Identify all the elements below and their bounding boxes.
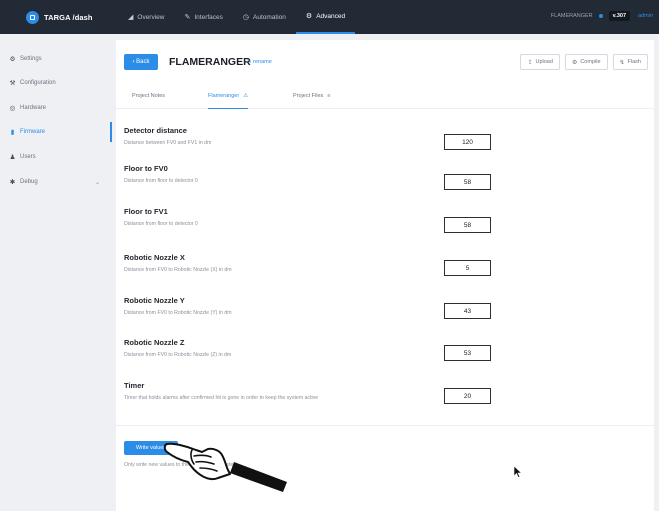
- sidebar-item-configuration[interactable]: ⚒ Configuration: [0, 73, 112, 93]
- param-robotic-nozzle-z: Robotic Nozzle Z Distance from FV0 to Ro…: [124, 338, 646, 361]
- param-description: Timer that holds alarms after confirmed …: [124, 395, 319, 401]
- device-status: FLAMERANGER v.307 admin: [551, 11, 653, 21]
- sidebar: ⚙ Settings ⚒ Configuration ◎ Hardware ▮ …: [0, 34, 112, 511]
- tab-flameranger[interactable]: Flameranger ⚠: [208, 83, 249, 109]
- timer-input[interactable]: 20: [444, 388, 491, 404]
- param-floor-to-fv0: Floor to FV0 Distance from floor to dete…: [124, 164, 646, 190]
- sliders-icon: ⚒: [9, 80, 16, 87]
- param-name: Robotic Nozzle X: [124, 253, 185, 262]
- upload-label: Upload: [535, 59, 553, 65]
- nav-item-label: Interfaces: [194, 13, 223, 21]
- nav-item-advanced[interactable]: ⚙ Advanced: [295, 0, 356, 34]
- flash-button[interactable]: ↯ Flash: [612, 54, 648, 70]
- tab-project-notes[interactable]: Project Notes: [132, 83, 165, 109]
- rename-link[interactable]: ✎ rename: [247, 54, 272, 70]
- sidebar-item-firmware[interactable]: ▮ Firmware: [0, 122, 112, 142]
- divider: [116, 425, 654, 426]
- param-description: Distance from floor to detector 0: [124, 221, 198, 227]
- sidebar-item-label: Firmware: [20, 129, 45, 135]
- main-nav: ◢ Overview ✎ Interfaces ◷ Automation ⚙ A…: [118, 0, 356, 34]
- detector-distance-input[interactable]: 120: [444, 134, 491, 150]
- flash-label: Flash: [627, 59, 641, 65]
- param-name: Robotic Nozzle Z: [124, 338, 185, 347]
- bug-icon: ✱: [9, 179, 16, 186]
- sidebar-item-hardware[interactable]: ◎ Hardware: [0, 98, 112, 118]
- gear-icon: ⚙: [305, 13, 313, 20]
- compile-label: Compile: [580, 59, 601, 65]
- robotic-nozzle-y-input[interactable]: 43: [444, 303, 491, 319]
- param-description: Distance from FV0 to Robotic Nozzle (X) …: [124, 267, 232, 273]
- param-robotic-nozzle-y: Robotic Nozzle Y Distance from FV0 to Ro…: [124, 296, 646, 319]
- nav-item-interfaces[interactable]: ✎ Interfaces: [174, 0, 232, 34]
- tab-label: Flameranger: [208, 92, 240, 99]
- tab-label: Project Files: [293, 93, 324, 99]
- robotic-nozzle-x-input[interactable]: 5: [444, 260, 491, 276]
- mouse-cursor-icon: [514, 466, 522, 478]
- param-floor-to-fv1: Floor to FV1 Distance from floor to dete…: [124, 207, 646, 233]
- user-menu[interactable]: admin: [638, 13, 653, 19]
- sidebar-item-label: Hardware: [20, 105, 47, 111]
- clock-icon: ◷: [242, 14, 250, 21]
- floor-to-fv0-input[interactable]: 58: [444, 174, 491, 190]
- chevron-down-icon: ⌄: [94, 179, 100, 186]
- sidebar-item-debug[interactable]: ✱ Debug ⌄: [0, 172, 112, 192]
- nav-item-overview[interactable]: ◢ Overview: [118, 0, 174, 34]
- top-navigation-bar: TARGA /dash ◢ Overview ✎ Interfaces ◷ Au…: [0, 0, 659, 34]
- compile-icon: ⚙: [571, 59, 578, 66]
- nav-item-label: Automation: [253, 13, 286, 21]
- pointing-hand-icon: [164, 442, 287, 492]
- project-title: FLAMERANGER: [169, 56, 251, 68]
- param-description: Distance from FV0 to Robotic Nozzle (Z) …: [124, 352, 232, 358]
- logo-icon: [26, 10, 39, 24]
- chip-icon: ◎: [9, 105, 16, 112]
- sidebar-item-label: Debug: [20, 179, 38, 185]
- status-dot-icon: [598, 14, 603, 18]
- brand-name: TARGA /dash: [44, 12, 93, 22]
- robotic-nozzle-z-input[interactable]: 53: [444, 345, 491, 361]
- param-description: Distance from FV0 to Robotic Nozzle (Y) …: [124, 310, 232, 316]
- param-name: Robotic Nozzle Y: [124, 296, 185, 305]
- back-button[interactable]: ‹ Back: [124, 54, 158, 70]
- sidebar-item-settings[interactable]: ⚙ Settings: [0, 49, 112, 69]
- nav-item-automation[interactable]: ◷ Automation: [233, 0, 296, 34]
- version-badge: v.307: [608, 11, 631, 21]
- param-description: Distance from floor to detector 0: [124, 178, 198, 184]
- chart-icon: ◢: [128, 14, 134, 21]
- sidebar-item-label: Users: [20, 154, 36, 160]
- nav-item-label: Advanced: [316, 12, 346, 20]
- param-name: Detector distance: [124, 126, 187, 135]
- project-tabs: Project Notes Flameranger ⚠ Project File…: [116, 83, 654, 109]
- flash-icon: ↯: [619, 59, 625, 66]
- nav-item-label: Overview: [137, 13, 165, 21]
- user-icon: ♟: [9, 154, 16, 161]
- param-name: Timer: [124, 381, 145, 390]
- brand[interactable]: TARGA /dash: [26, 9, 93, 25]
- device-name: FLAMERANGER: [550, 13, 593, 19]
- project-actions: ⇪ Upload ⚙ Compile ↯ Flash: [515, 54, 648, 70]
- list-icon: ≡: [327, 93, 331, 99]
- param-detector-distance: Detector distance Distance between FV0 a…: [124, 126, 646, 150]
- param-description: Distance between FV0 and FV1 in dm: [124, 140, 212, 146]
- tab-project-files[interactable]: Project Files ≡: [293, 83, 330, 109]
- pencil-icon: ✎: [184, 14, 191, 21]
- param-timer: Timer Timer that holds alarms after conf…: [124, 381, 646, 404]
- sidebar-item-label: Configuration: [20, 80, 56, 86]
- param-robotic-nozzle-x: Robotic Nozzle X Distance from FV0 to Ro…: [124, 253, 646, 276]
- param-name: Floor to FV1: [124, 207, 168, 216]
- upload-icon: ⇪: [527, 59, 533, 66]
- floor-to-fv1-input[interactable]: 58: [444, 217, 491, 233]
- upload-button[interactable]: ⇪ Upload: [520, 54, 560, 70]
- gear-icon: ⚙: [9, 56, 16, 63]
- sidebar-item-users[interactable]: ♟ Users: [0, 147, 112, 167]
- param-name: Floor to FV0: [124, 164, 168, 173]
- warning-icon: ⚠: [243, 92, 249, 99]
- sidebar-item-label: Settings: [20, 56, 42, 62]
- compile-button[interactable]: ⚙ Compile: [564, 54, 608, 70]
- file-icon: ▮: [10, 129, 15, 136]
- tab-label: Project Notes: [132, 93, 166, 99]
